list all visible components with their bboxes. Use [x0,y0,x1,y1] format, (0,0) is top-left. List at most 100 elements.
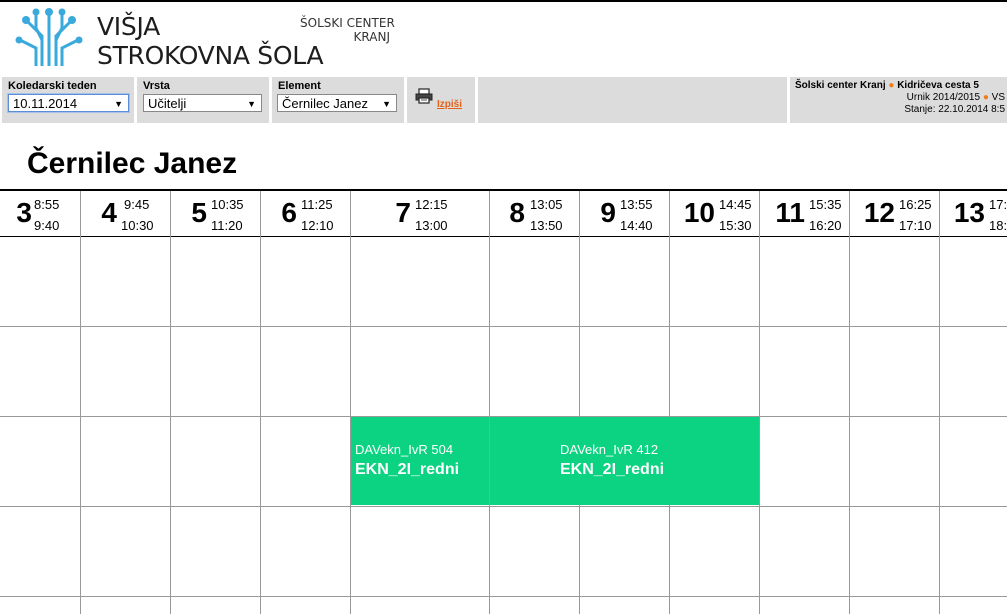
school-name-line1: VIŠJA [97,12,160,41]
period-end: 10:30 [121,218,154,233]
period-end: 9:40 [34,218,60,233]
chevron-down-icon: ▼ [247,99,256,109]
period-time: 10:35 11:20 [211,194,244,236]
period-number: 6 [281,197,297,228]
period-start: 11:25 [301,197,333,212]
toolbar-spacer [478,77,787,123]
period-number: 11 [775,197,805,228]
period-start: 12:15 [415,197,448,212]
lesson-card[interactable]: DAVekn_IvR 412 EKN_2I_redni [490,417,759,505]
lesson-card[interactable]: DAVekn_IvR 504 EKN_2I_redni [351,417,489,505]
element-filter: Element Černilec Janez ▼ [272,77,404,123]
period-start: 8:55 [34,197,60,212]
period-time: 14:45 15:30 [719,194,752,236]
school-info: Šolski center Kranj ● Kidričeva cesta 5 … [795,80,1007,116]
bullet-icon: ● [888,80,895,91]
print-link[interactable]: Izpiši [437,99,462,110]
period-header: 10 14:45 15:30 [669,191,759,236]
lesson-group: EKN_2I_redni [355,461,460,478]
period-number: 12 [863,197,895,228]
element-select[interactable]: Černilec Janez ▼ [277,94,397,112]
period-number: 5 [191,197,207,228]
info-address: Kidričeva cesta 5 [897,80,979,91]
row-divider [0,326,1007,327]
element-select-value: Černilec Janez [282,96,368,111]
period-number: 3 [16,197,32,228]
period-start: 14:45 [719,197,752,212]
period-end: 16:20 [809,218,842,233]
school-name: VIŠJA STROKOVNA ŠOLA [97,12,324,70]
period-end: 11:20 [211,218,243,233]
page-title: Černilec Janez [27,147,238,180]
week-select-value: 10.11.2014 [13,96,78,111]
period-end: 18: [989,218,1007,233]
type-select[interactable]: Učitelji ▼ [143,94,262,112]
period-end: 14:40 [620,218,653,233]
info-level: VS [991,92,1005,103]
week-label: Koledarski teden [8,80,97,92]
type-label: Vrsta [143,80,170,92]
column-divider [669,191,670,614]
week-select[interactable]: 10.11.2014 ▼ [8,94,129,112]
column-divider [759,191,760,614]
period-header: 9 13:55 14:40 [579,191,669,236]
center-name-line1: ŠOLSKI CENTER [300,16,395,30]
period-start: 13:05 [530,197,563,212]
column-divider [80,191,81,614]
column-divider [579,191,580,614]
printer-icon[interactable] [415,88,433,104]
period-number: 10 [683,197,715,228]
lesson-room: 504 [431,442,454,457]
school-name-line2: STROKOVNA ŠOLA [97,41,324,70]
period-start: 9:45 [124,197,150,212]
period-header: 13 17: 18: [939,191,1007,236]
column-divider [260,191,261,614]
type-filter: Vrsta Učitelji ▼ [137,77,269,123]
period-time: 16:25 17:10 [899,194,932,236]
period-time: 12:15 13:00 [415,194,448,236]
row-divider [0,596,1007,597]
period-number: 4 [101,197,117,228]
column-divider [939,191,940,614]
period-end: 15:30 [719,218,752,233]
period-start: 10:35 [211,197,244,212]
column-divider [489,191,490,614]
bullet-icon: ● [982,92,989,103]
period-time: 9:45 10:30 [121,194,154,236]
top-border [0,0,1007,2]
period-header: 3 8:55 9:40 [0,191,80,236]
row-divider [0,506,1007,507]
center-name: ŠOLSKI CENTER KRANJ [300,16,395,44]
period-number: 8 [509,197,525,228]
period-header: 8 13:05 13:50 [489,191,579,236]
lesson-subject: DAVekn_IvR [355,442,428,457]
school-logo-icon [15,8,83,66]
column-divider [170,191,171,614]
lesson-subject: DAVekn_IvR [560,442,633,457]
week-filter: Koledarski teden 10.11.2014 ▼ [2,77,134,123]
period-start: 13:55 [620,197,653,212]
info-schedule: Urnik 2014/2015 [906,92,981,103]
period-header: 4 9:45 10:30 [80,191,170,236]
lesson-room: 412 [636,442,659,457]
period-time: 17: 18: [989,194,1007,236]
info-status: Stanje: 22.10.2014 8:5 [904,104,1005,115]
period-number: 7 [395,197,411,228]
center-name-line2: KRANJ [353,30,390,44]
column-divider [849,191,850,614]
period-time: 15:35 16:20 [809,194,842,236]
period-end: 13:50 [530,218,563,233]
period-header: 11 15:35 16:20 [759,191,849,236]
element-label: Element [278,80,321,92]
period-header: 5 10:35 11:20 [170,191,260,236]
chevron-down-icon: ▼ [114,99,123,109]
period-end: 12:10 [301,218,334,233]
period-time: 11:25 12:10 [301,194,334,236]
period-number: 13 [953,197,985,228]
period-time: 13:55 14:40 [620,194,653,236]
toolbar: Koledarski teden 10.11.2014 ▼ Vrsta Učit… [0,77,1007,123]
column-divider [350,191,351,614]
info-school: Šolski center Kranj [795,80,886,91]
period-header: 6 11:25 12:10 [260,191,350,236]
period-time: 13:05 13:50 [530,194,563,236]
